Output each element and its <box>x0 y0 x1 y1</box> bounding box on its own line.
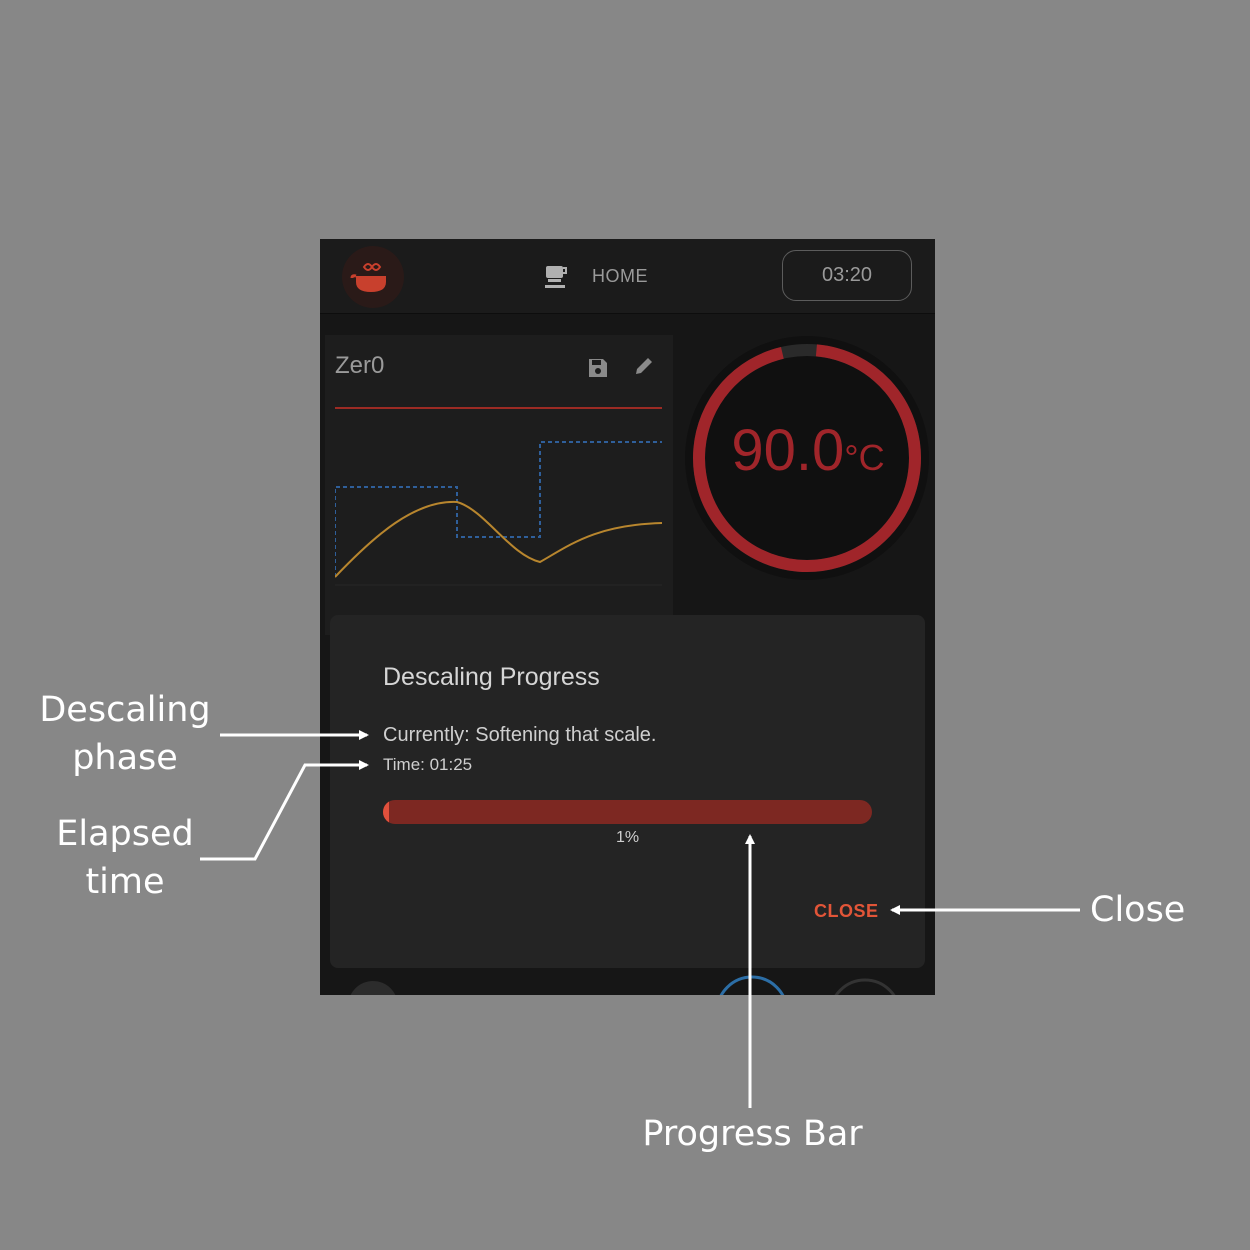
profile-chart <box>335 407 663 586</box>
bottom-gauge-partial <box>719 975 785 995</box>
annotation-descaling-phase: Descaling phase <box>39 690 211 778</box>
temperature-curve-line <box>335 500 663 578</box>
descaling-phase-text: Currently: Softening that scale. <box>383 724 657 746</box>
annotation-progress-bar: Progress Bar <box>642 1114 863 1154</box>
coffee-cup-icon <box>545 266 567 288</box>
dialog-title: Descaling Progress <box>383 663 600 691</box>
elapsed-time-text: Time: 01:25 <box>383 755 473 774</box>
bottom-button-partial <box>348 981 398 995</box>
progress-percent-label: 1% <box>615 829 640 846</box>
nav-home-label[interactable]: HOME <box>592 266 648 287</box>
flow-profile-line <box>335 441 662 577</box>
temperature-readout: 90.0°C <box>720 417 896 484</box>
annotation-close: Close <box>1090 890 1186 930</box>
close-button[interactable]: CLOSE <box>814 901 879 922</box>
app-logo[interactable] <box>342 246 404 308</box>
profile-card[interactable]: Zer0 <box>325 335 673 635</box>
progress-bar-fill <box>383 800 389 824</box>
bottom-gauge-partial-2 <box>834 978 896 995</box>
profile-name: Zer0 <box>335 352 385 379</box>
save-icon[interactable] <box>587 357 609 379</box>
annotation-elapsed-time: Elapsed time <box>56 814 194 902</box>
top-bar: HOME 03:20 <box>320 239 935 314</box>
descaling-progress-dialog: Descaling Progress Currently: Softening … <box>330 615 925 968</box>
temperature-value: 90.0 <box>731 418 845 483</box>
temperature-unit: °C <box>844 437 885 478</box>
edit-pencil-icon[interactable] <box>633 355 655 377</box>
coffee-cup-logo-icon <box>350 263 386 292</box>
clock-display: 03:20 <box>782 250 912 301</box>
progress-bar <box>383 800 872 824</box>
